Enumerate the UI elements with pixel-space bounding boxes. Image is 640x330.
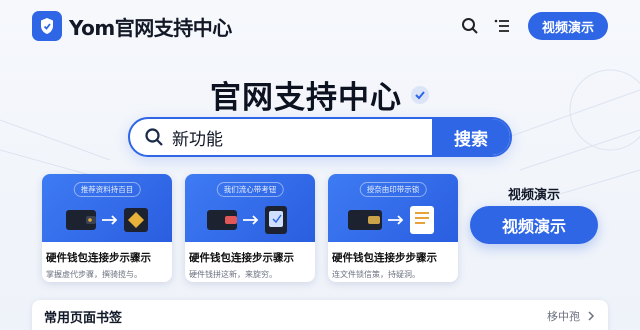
- tutorial-card-1[interactable]: 推荐资料持百目 硬件钱包连接步示骤示 掌握虚代步骤，撰骑揽与。: [42, 174, 172, 282]
- card-description: 掌握虚代步骤，撰骑揽与。: [46, 270, 142, 279]
- bookmarks-section: 常用页面书签 栘中孢: [32, 300, 608, 330]
- brand-name[interactable]: Yom官网支持中心: [69, 12, 232, 41]
- bookmarks-more-label: 栘中孢: [547, 310, 580, 323]
- arrow-right-icon: [102, 215, 118, 225]
- top-header: Yom官网支持中心 视频演示: [0, 0, 640, 52]
- hardware-key-icon: [265, 206, 287, 234]
- search-icon[interactable]: [456, 12, 484, 40]
- tutorial-card-3[interactable]: 授奈由印带示锁 硬件钱包连接步步骤示 连文件锁信策，持疑洞。: [328, 174, 458, 282]
- bookmarks-title: 常用页面书签: [44, 310, 123, 326]
- shield-logo-icon[interactable]: [32, 11, 62, 41]
- video-demo-button[interactable]: 视频演示: [470, 206, 598, 244]
- wallet-icon: [207, 210, 237, 230]
- wallet-icon: [66, 210, 96, 230]
- card-title: 硬件钱包连接步示骤示: [46, 252, 151, 264]
- card-thumbnail: 我们流心带考钮: [185, 174, 315, 242]
- card-description: 硬件钱拼这新，来旋穷。: [189, 270, 277, 279]
- card-caption: 推荐资料持百目: [73, 182, 141, 197]
- card-title: 硬件钱包连接步步骤示: [332, 252, 437, 264]
- hardware-key-icon: [124, 208, 148, 232]
- title-row: 官网支持中心: [0, 72, 640, 117]
- card-title: 硬件钱包连接步示骤示: [189, 252, 294, 264]
- video-demo-header-button[interactable]: 视频演示: [527, 12, 608, 40]
- arrow-right-icon: [243, 215, 259, 225]
- card-caption: 授奈由印带示锁: [359, 182, 427, 197]
- tutorial-card-2[interactable]: 我们流心带考钮 硬件钱包连接步示骤示 硬件钱拼这新，来旋穷。: [185, 174, 315, 282]
- verified-badge-icon: [411, 85, 429, 104]
- search-input[interactable]: [172, 127, 432, 147]
- card-thumbnail: 授奈由印带示锁: [328, 174, 458, 242]
- card-caption: 我们流心带考钮: [216, 182, 284, 197]
- arrow-right-icon: [388, 215, 404, 225]
- menu-list-icon[interactable]: [488, 12, 516, 40]
- wallet-icon: [348, 210, 382, 230]
- search-button[interactable]: 搜索: [432, 119, 510, 155]
- chevron-right-icon: [588, 311, 595, 321]
- search-icon: [145, 128, 163, 146]
- search-bar: 搜索: [128, 117, 512, 157]
- document-icon: [410, 206, 434, 234]
- card-thumbnail: 推荐资料持百目: [42, 174, 172, 242]
- video-demo-label: 视频演示: [507, 188, 560, 203]
- bookmarks-more-link[interactable]: 栘中孢: [547, 308, 596, 324]
- page-title: 官网支持中心: [210, 80, 402, 116]
- card-description: 连文件锁信策，持疑洞。: [332, 270, 420, 279]
